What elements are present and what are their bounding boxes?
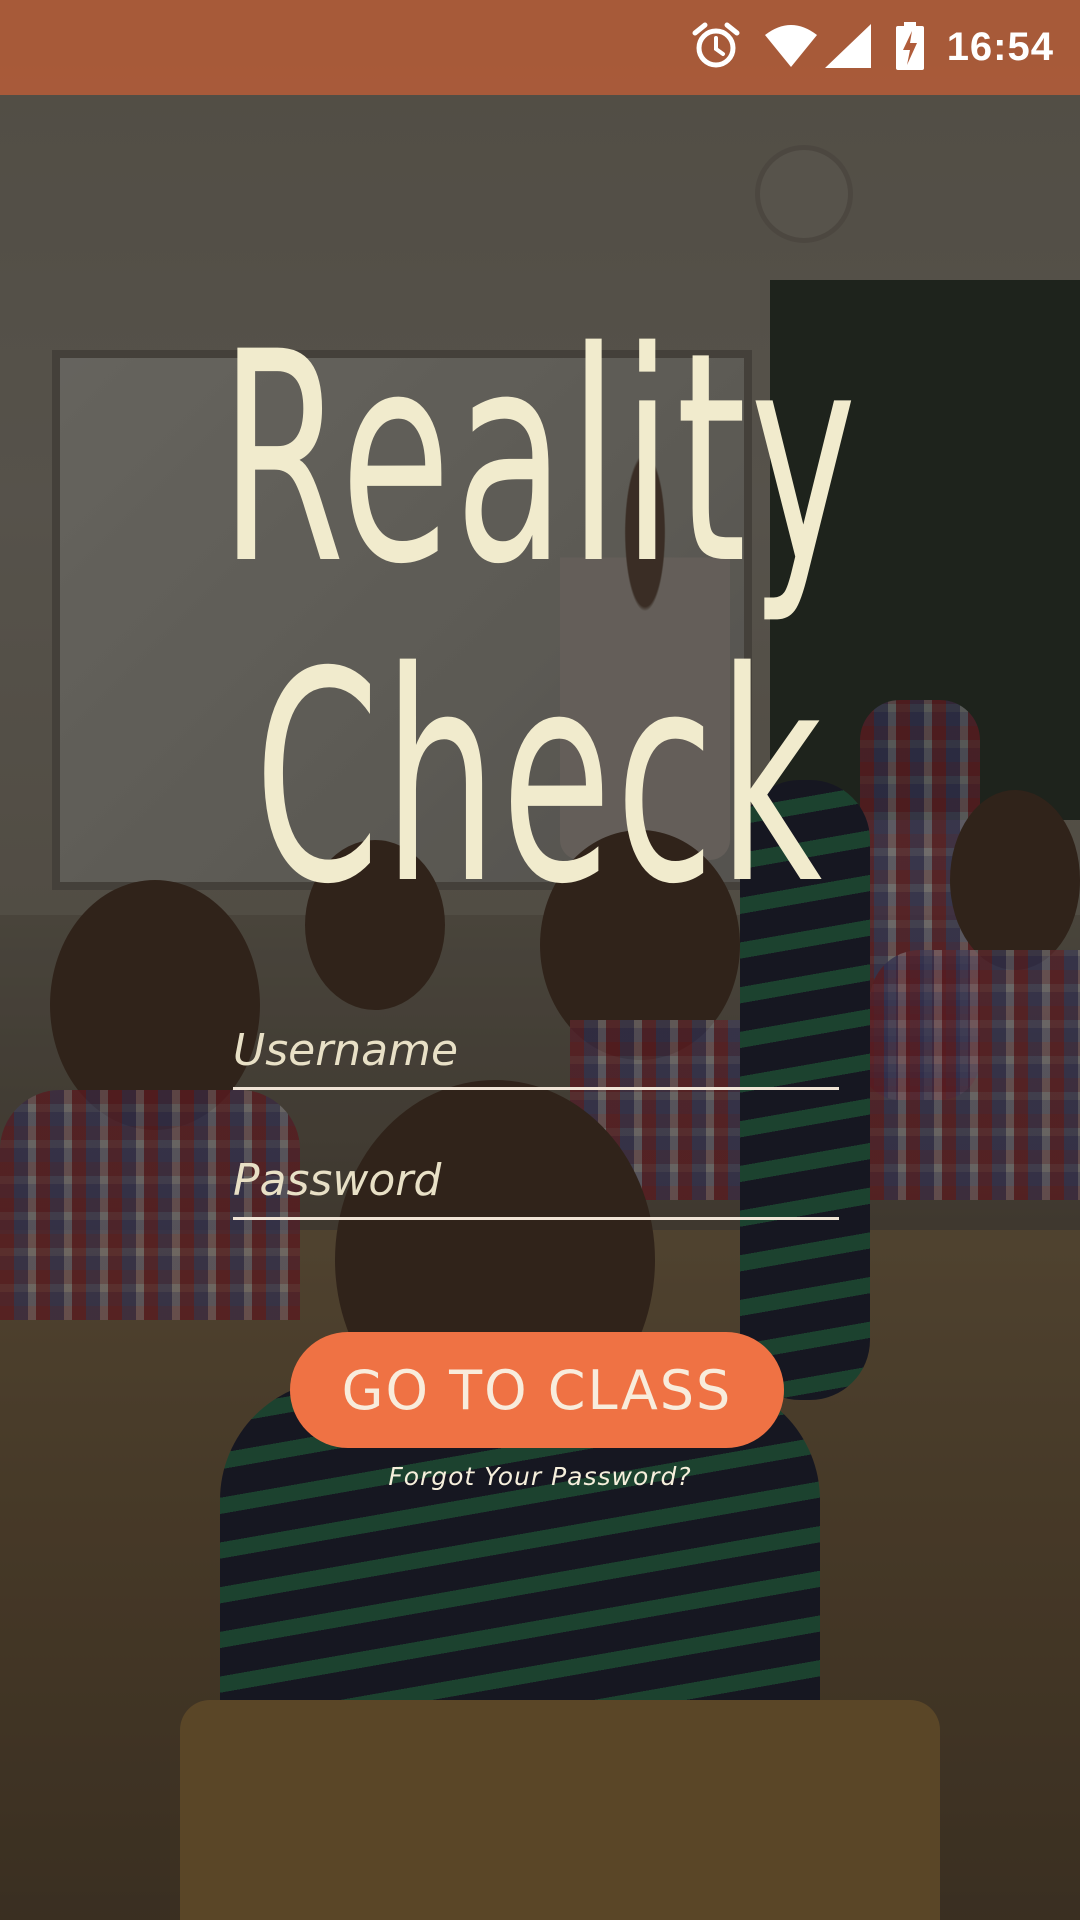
battery-charging-icon [895, 21, 925, 75]
app-title: Reality Check [205, 300, 875, 940]
app-title-line-2: Check [254, 611, 826, 948]
app-title-line-1: Reality [219, 291, 861, 628]
password-field[interactable] [233, 1150, 839, 1220]
username-field[interactable] [233, 1020, 839, 1090]
background-dim-overlay [0, 0, 1080, 1920]
alarm-icon [691, 21, 741, 75]
status-bar: 16:54 [0, 0, 1080, 95]
forgot-password-link[interactable]: Forgot Your Password? [0, 1462, 1080, 1491]
go-to-class-button[interactable]: GO TO CLASS [290, 1332, 784, 1448]
login-screen: 16:54 Reality Check GO TO CLASS Forgot Y… [0, 0, 1080, 1920]
cell-signal-icon [823, 22, 873, 74]
wifi-icon [763, 23, 819, 73]
status-time: 16:54 [946, 25, 1054, 69]
